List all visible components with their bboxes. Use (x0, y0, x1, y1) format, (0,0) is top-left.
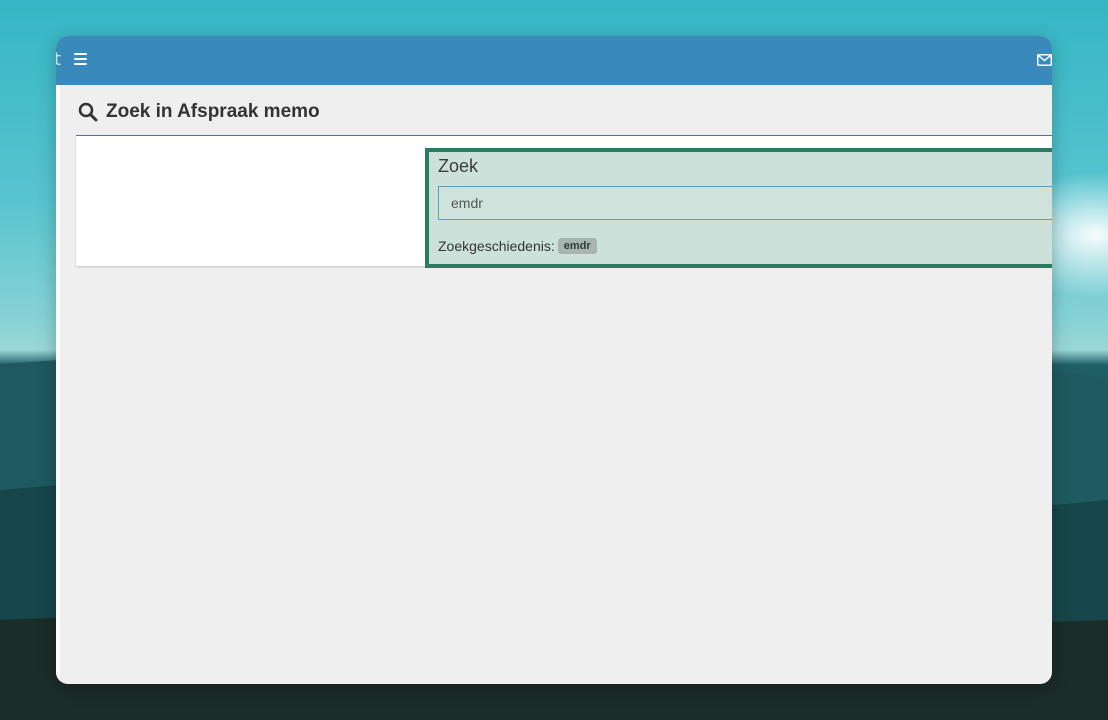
hamburger-menu-icon[interactable] (74, 53, 87, 66)
search-history: Zoekgeschiedenis: emdr (438, 238, 597, 254)
top-navbar: t (56, 36, 1052, 85)
left-sidebar-edge (56, 85, 60, 684)
search-section: Zoek Zoekgeschiedenis: emdr (425, 148, 1052, 268)
search-input[interactable] (438, 186, 1052, 220)
app-window: t Zoek in Afspraak memo Zoek Zoekgeschie… (56, 36, 1052, 684)
search-history-chip[interactable]: emdr (557, 238, 597, 254)
search-icon (78, 102, 98, 122)
search-label: Zoek (438, 156, 479, 176)
search-history-label: Zoekgeschiedenis: (438, 238, 555, 254)
page-title: Zoek in Afspraak memo (78, 98, 320, 126)
brand-text-fragment: t (56, 49, 62, 70)
envelope-icon[interactable] (1037, 54, 1052, 66)
page-title-text: Zoek in Afspraak memo (106, 101, 320, 122)
